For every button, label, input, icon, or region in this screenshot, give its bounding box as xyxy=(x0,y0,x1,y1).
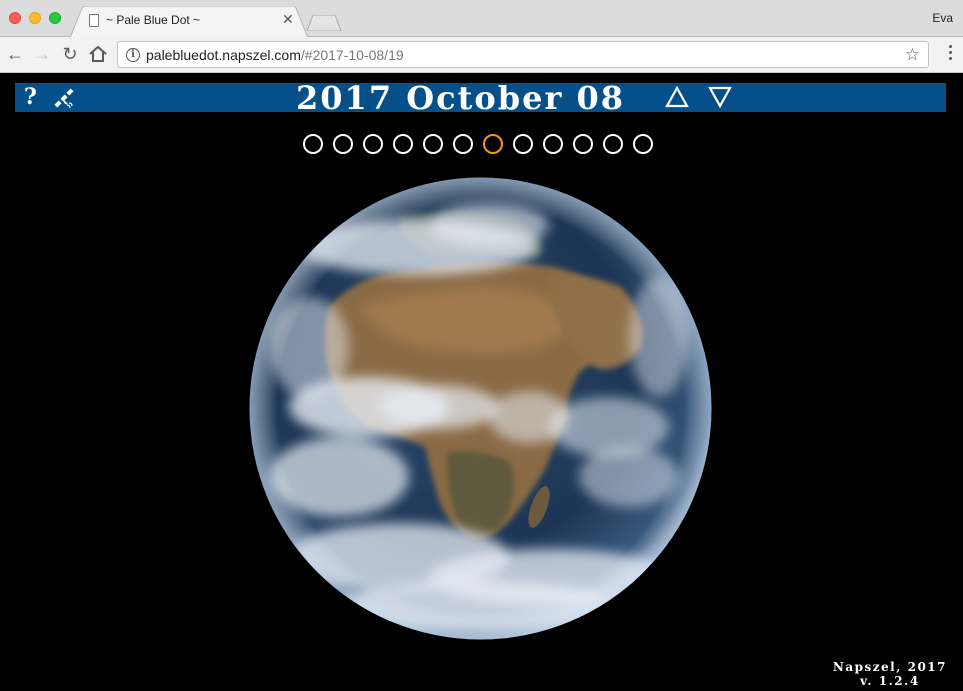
next-day-button[interactable] xyxy=(708,86,732,108)
info-icon[interactable]: i xyxy=(126,48,140,62)
date-title: 2017 October 08 xyxy=(296,79,625,117)
page-document-icon xyxy=(89,14,99,27)
timeline-dot[interactable] xyxy=(513,134,533,154)
browser-toolbar: ← → ↻ i palebluedot.napszel.com/#2017-10… xyxy=(0,37,963,73)
page-viewport: ? 2017 October 08 Napszel, 2017 v. 1.2.4 xyxy=(0,74,963,691)
timeline-dot[interactable] xyxy=(633,134,653,154)
timeline-dot[interactable] xyxy=(453,134,473,154)
timeline-dot[interactable] xyxy=(303,134,323,154)
timeline-dot[interactable] xyxy=(543,134,563,154)
timeline-dot[interactable] xyxy=(363,134,383,154)
earth-image xyxy=(249,177,712,640)
address-bar[interactable]: i palebluedot.napszel.com/#2017-10-08/19… xyxy=(117,41,929,68)
forward-arrow-icon[interactable]: → xyxy=(31,43,53,65)
back-arrow-icon[interactable]: ← xyxy=(4,43,26,65)
minimize-window-button[interactable] xyxy=(29,12,41,24)
timeline-dot[interactable] xyxy=(393,134,413,154)
bookmark-star-icon[interactable]: ☆ xyxy=(905,45,920,65)
timeline-dot[interactable] xyxy=(573,134,593,154)
image-timeline xyxy=(303,134,663,156)
header-bar: ? 2017 October 08 xyxy=(15,79,946,117)
timeline-dot[interactable] xyxy=(333,134,353,154)
tab-close-icon[interactable]: ✕ xyxy=(282,11,294,27)
credit-block: Napszel, 2017 v. 1.2.4 xyxy=(833,660,947,688)
tab-title: ~ Pale Blue Dot ~ xyxy=(106,13,201,27)
url-text[interactable]: palebluedot.napszel.com/#2017-10-08/19 xyxy=(146,47,404,63)
credit-text[interactable]: Napszel, 2017 xyxy=(833,660,947,674)
timeline-dot-active[interactable] xyxy=(483,134,503,154)
maximize-window-button[interactable] xyxy=(49,12,61,24)
browser-tabstrip: ~ Pale Blue Dot ~ ✕ Eva xyxy=(0,0,963,38)
new-tab-button[interactable] xyxy=(307,15,343,31)
profile-name[interactable]: Eva xyxy=(932,11,953,25)
timeline-dot[interactable] xyxy=(423,134,443,154)
version-text: v. 1.2.4 xyxy=(860,674,920,688)
close-window-button[interactable] xyxy=(9,12,21,24)
url-host: palebluedot.napszel.com xyxy=(146,47,301,63)
url-path: /#2017-10-08/19 xyxy=(300,47,404,63)
previous-day-button[interactable] xyxy=(665,86,689,108)
reload-icon[interactable]: ↻ xyxy=(59,43,81,65)
timeline-dot[interactable] xyxy=(603,134,623,154)
home-icon[interactable] xyxy=(88,45,108,63)
browser-menu-icon[interactable] xyxy=(949,45,953,63)
